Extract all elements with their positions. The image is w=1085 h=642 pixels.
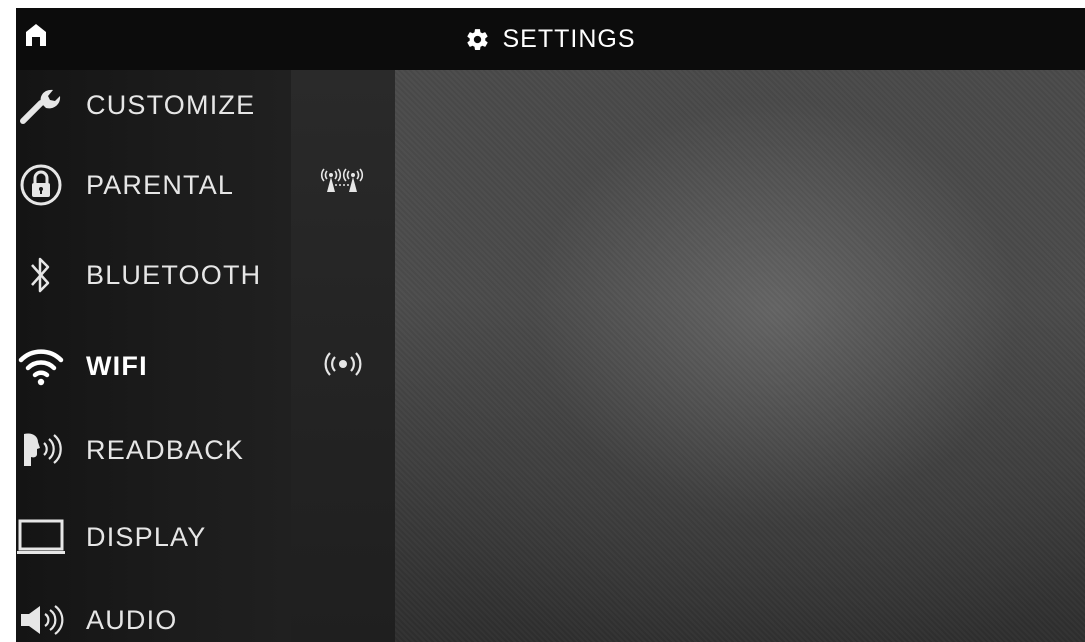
menu-label: PARENTAL — [86, 169, 235, 200]
bluetooth-icon — [16, 250, 66, 300]
settings-screen: SETTINGS CUSTOMIZE PARENTAL BLUETOOTH WI… — [16, 8, 1085, 642]
menu-label: READBACK — [86, 434, 245, 465]
wifi-submenu — [291, 70, 395, 642]
menu-item-readback[interactable]: READBACK — [16, 415, 291, 485]
broadcast-icon — [320, 350, 366, 383]
menu-label: CUSTOMIZE — [86, 89, 256, 120]
monitor-icon — [16, 512, 66, 562]
menu-item-bluetooth[interactable]: BLUETOOTH — [16, 240, 291, 310]
menu-item-parental[interactable]: PARENTAL — [16, 150, 291, 220]
lock-icon — [16, 160, 66, 210]
network-towers-button[interactable] — [291, 166, 395, 199]
menu-item-wifi[interactable]: WIFI — [16, 331, 291, 401]
menu-item-customize[interactable]: CUSTOMIZE — [16, 70, 291, 140]
broadcast-button[interactable] — [291, 350, 395, 383]
speaking-head-icon — [16, 425, 66, 475]
menu-label: WIFI — [86, 350, 148, 381]
menu-label: AUDIO — [86, 604, 178, 635]
settings-menu: CUSTOMIZE PARENTAL BLUETOOTH WIFI READBA… — [16, 70, 291, 642]
menu-item-display[interactable]: DISPLAY — [16, 502, 291, 572]
top-bar: SETTINGS — [16, 8, 1085, 70]
speaker-icon — [16, 595, 66, 642]
wrench-icon — [16, 80, 66, 130]
menu-item-audio[interactable]: AUDIO — [16, 585, 291, 642]
menu-label: BLUETOOTH — [86, 259, 262, 290]
gear-icon — [465, 27, 490, 52]
settings-content-panel — [395, 70, 1085, 642]
wifi-icon — [16, 341, 66, 391]
network-towers-icon — [318, 166, 368, 199]
title-text: SETTINGS — [502, 24, 636, 53]
page-title: SETTINGS — [16, 8, 1085, 70]
menu-label: DISPLAY — [86, 521, 207, 552]
